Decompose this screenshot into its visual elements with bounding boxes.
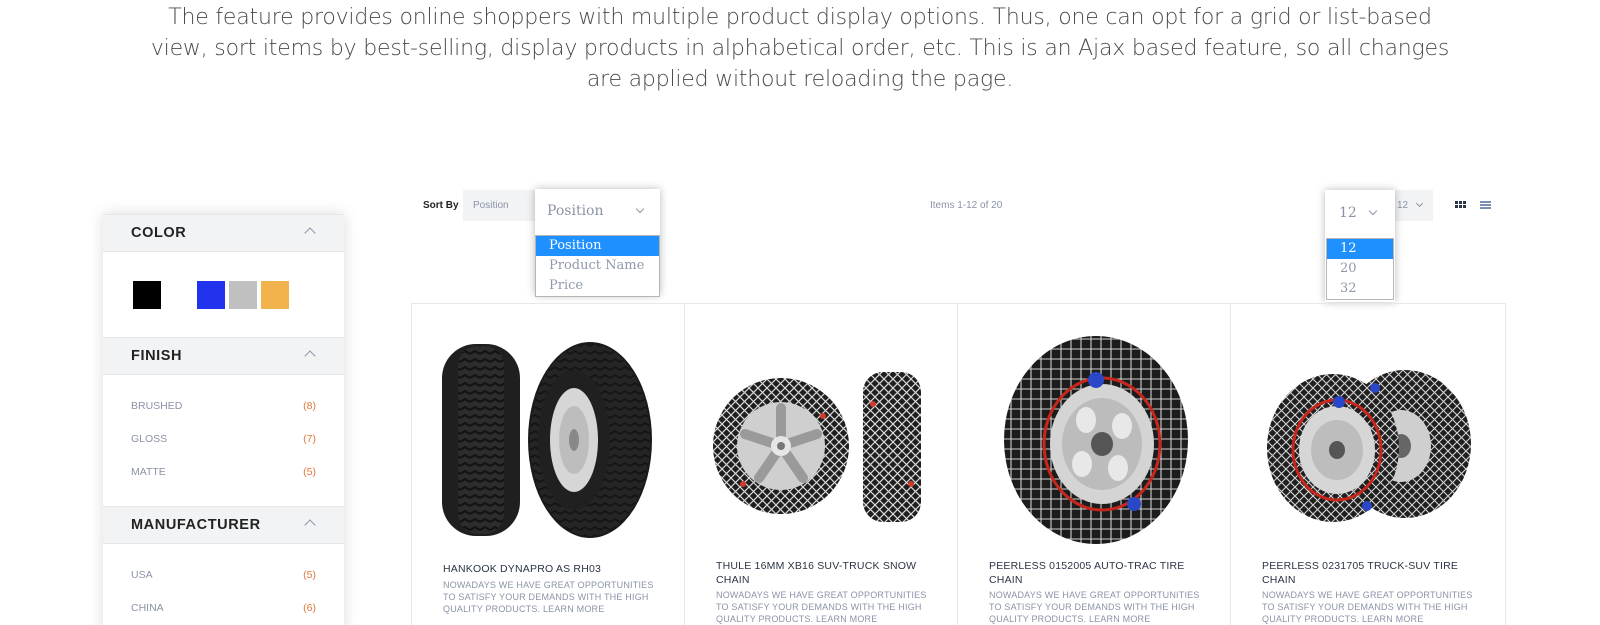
product-description: NOWADAYS WE HAVE GREAT OPPORTUNITIES TO …	[716, 590, 927, 624]
product-image[interactable]	[1259, 334, 1475, 544]
product-card[interactable]: PEERLESS 0231705 TRUCK-SUV TIRE CHAIN NO…	[1231, 304, 1504, 625]
product-image[interactable]	[713, 334, 929, 544]
product-grid: HANKOOK DYNAPRO AS RH03 NOWADAYS WE HAVE…	[411, 303, 1506, 625]
filter-title: MANUFACTURER	[131, 517, 261, 533]
sort-dropdown-current: Position	[547, 203, 604, 219]
chevron-down-icon	[635, 204, 645, 214]
color-swatch[interactable]	[261, 281, 289, 309]
color-swatch[interactable]	[133, 281, 161, 309]
limit-select-value: 12	[1397, 200, 1409, 211]
filter-option[interactable]: BRUSHED (8)	[131, 400, 316, 414]
limit-options-list: 12 20 32	[1326, 238, 1394, 300]
filter-sidebar: COLOR FINISH BRUSHED (8) GLOSS (7) MATTE…	[103, 214, 344, 625]
grid-view-icon[interactable]	[1455, 200, 1467, 210]
product-name[interactable]: THULE 16MM XB16 SUV-TRUCK SNOW CHAIN	[716, 559, 938, 587]
product-card[interactable]: HANKOOK DYNAPRO AS RH03 NOWADAYS WE HAVE…	[412, 304, 685, 625]
product-image[interactable]	[986, 334, 1202, 544]
filter-option[interactable]: CHINA (6)	[131, 602, 316, 616]
option-label: MATTE	[131, 466, 166, 478]
product-name[interactable]: PEERLESS 0231705 TRUCK-SUV TIRE CHAIN	[1262, 559, 1484, 587]
chevron-up-icon[interactable]	[304, 350, 316, 362]
limit-dropdown[interactable]: 12 12 20 32	[1325, 190, 1395, 302]
color-swatch[interactable]	[197, 281, 225, 309]
option-count: (8)	[303, 400, 316, 412]
color-swatch[interactable]	[165, 281, 193, 309]
product-name[interactable]: HANKOOK DYNAPRO AS RH03	[443, 562, 665, 576]
filter-title: FINISH	[131, 348, 183, 364]
option-label: BRUSHED	[131, 400, 183, 412]
product-card[interactable]: PEERLESS 0152005 AUTO-TRAC TIRE CHAIN NO…	[958, 304, 1231, 625]
limit-option[interactable]: 32	[1327, 279, 1393, 299]
filter-header-color[interactable]: COLOR	[103, 214, 344, 252]
product-description: NOWADAYS WE HAVE GREAT OPPORTUNITIES TO …	[443, 580, 654, 614]
items-count: Items 1-12 of 20	[930, 200, 1003, 211]
option-label: USA	[131, 569, 153, 581]
sort-dropdown[interactable]: Position Position Product Name Price	[535, 189, 660, 297]
chevron-up-icon[interactable]	[304, 519, 316, 531]
option-label: CHINA	[131, 602, 164, 614]
color-swatches	[103, 252, 344, 337]
sort-option[interactable]: Product Name	[536, 256, 659, 276]
sort-select-value: Position	[473, 200, 509, 211]
product-description: NOWADAYS WE HAVE GREAT OPPORTUNITIES TO …	[1262, 590, 1473, 624]
manufacturer-options: USA (5) CHINA (6)	[103, 544, 344, 625]
sort-options-list: Position Product Name Price	[535, 235, 660, 297]
filter-option[interactable]: MATTE (5)	[131, 466, 316, 480]
chevron-up-icon[interactable]	[304, 227, 316, 239]
list-view-icon[interactable]	[1480, 200, 1492, 210]
sort-option[interactable]: Price	[536, 276, 659, 296]
option-count: (5)	[303, 569, 316, 581]
product-image[interactable]	[440, 334, 656, 544]
product-name[interactable]: PEERLESS 0152005 AUTO-TRAC TIRE CHAIN	[989, 559, 1211, 587]
option-count: (5)	[303, 466, 316, 478]
product-card[interactable]: THULE 16MM XB16 SUV-TRUCK SNOW CHAIN NOW…	[685, 304, 958, 625]
sort-option[interactable]: Position	[536, 236, 659, 256]
limit-option[interactable]: 12	[1327, 239, 1393, 259]
chevron-down-icon	[1368, 206, 1378, 216]
filter-header-finish[interactable]: FINISH	[103, 337, 344, 375]
limit-dropdown-current: 12	[1339, 205, 1357, 221]
sort-select[interactable]: Position	[463, 190, 535, 221]
color-swatch[interactable]	[229, 281, 257, 309]
product-description: NOWADAYS WE HAVE GREAT OPPORTUNITIES TO …	[989, 590, 1200, 624]
filter-header-manufacturer[interactable]: MANUFACTURER	[103, 506, 344, 544]
option-count: (7)	[303, 433, 316, 445]
filter-option[interactable]: GLOSS (7)	[131, 433, 316, 447]
sort-by-label: Sort By	[423, 200, 459, 211]
finish-options: BRUSHED (8) GLOSS (7) MATTE (5)	[103, 375, 344, 506]
limit-option[interactable]: 20	[1327, 259, 1393, 279]
option-count: (6)	[303, 602, 316, 614]
intro-paragraph: The feature provides online shoppers wit…	[150, 5, 1450, 92]
filter-title: COLOR	[131, 225, 187, 241]
filter-option[interactable]: USA (5)	[131, 569, 316, 583]
option-label: GLOSS	[131, 433, 168, 445]
limit-select[interactable]: 12	[1393, 190, 1433, 221]
